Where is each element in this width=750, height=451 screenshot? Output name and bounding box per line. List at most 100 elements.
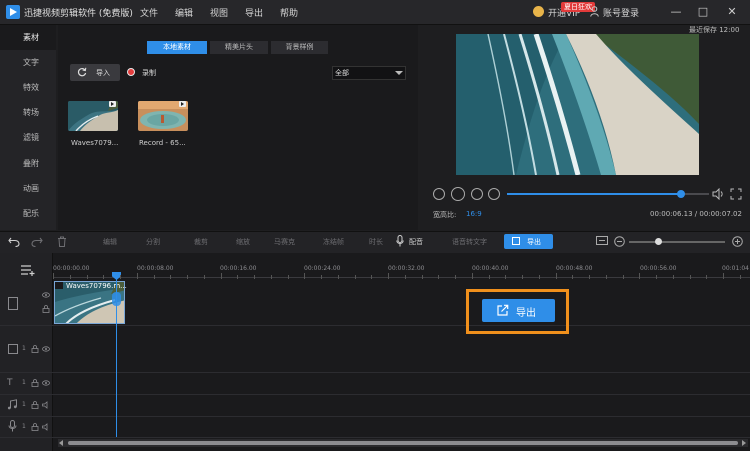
aspect-ratio-value[interactable]: 16:9 (466, 210, 482, 218)
nav-item-music[interactable]: 配乐 (0, 201, 56, 226)
scroll-left-arrow-icon[interactable] (59, 440, 63, 446)
ruler-tick (321, 275, 322, 279)
export-button-label: 导出 (516, 308, 536, 319)
tab-local-media[interactable]: 本地素材 (147, 41, 207, 54)
preview-progress-handle[interactable] (677, 190, 685, 198)
maximize-button[interactable]: □ (694, 3, 712, 21)
tool-duration[interactable]: 时长 (369, 237, 383, 247)
nav-item-text[interactable]: 文字 (0, 50, 56, 75)
tool-split[interactable]: 分割 (146, 237, 160, 247)
track-divider (0, 394, 750, 395)
play-button[interactable] (451, 187, 465, 201)
ruler-tick (86, 275, 88, 279)
nav-item-effects[interactable]: 特效 (0, 75, 56, 100)
ruler-tick (103, 275, 105, 279)
preview-progress-fill (507, 193, 681, 195)
ruler-tick (421, 275, 423, 279)
track-divider (0, 416, 750, 417)
next-frame-button[interactable] (488, 188, 500, 200)
ruler-tick (639, 273, 641, 279)
zoom-in-icon[interactable] (732, 236, 743, 247)
playhead-grip[interactable] (112, 292, 121, 306)
eye-icon[interactable] (42, 379, 50, 387)
stop-button[interactable] (471, 188, 483, 200)
tool-edit[interactable]: 编辑 (103, 237, 117, 247)
track-divider (0, 372, 750, 373)
vip-diamond-icon[interactable] (533, 6, 544, 17)
fullscreen-icon[interactable] (730, 188, 742, 200)
scroll-right-arrow-icon[interactable] (742, 440, 746, 446)
timeline-scrollbar-thumb[interactable] (68, 441, 738, 445)
ruler-tick (522, 275, 523, 279)
undo-icon[interactable] (8, 236, 20, 247)
lock-icon[interactable] (31, 401, 39, 409)
import-icon (77, 67, 87, 77)
tab-intros[interactable]: 精美片头 (210, 41, 268, 54)
tool-speech-to-text[interactable]: 语音转文字 (452, 237, 487, 247)
ruler-tick (471, 273, 473, 279)
tool-crop[interactable]: 裁剪 (194, 237, 208, 247)
speaker-icon[interactable] (42, 401, 50, 409)
import-label: 导入 (96, 69, 110, 77)
app-title: 迅捷视频剪辑软件 (免费版) (24, 9, 133, 19)
add-track-icon[interactable] (20, 264, 36, 276)
ruler-tick (605, 275, 607, 279)
track-number: 1 (22, 379, 26, 386)
tool-zoom[interactable]: 缩放 (236, 237, 250, 247)
ruler-tick (689, 275, 691, 279)
ruler-tick (438, 275, 440, 279)
ruler-tick (220, 273, 222, 279)
voice-track-icon (8, 420, 17, 432)
zoom-out-icon[interactable] (614, 236, 625, 247)
nav-item-media[interactable]: 素材 (0, 25, 56, 50)
lock-icon[interactable] (42, 305, 50, 313)
zoom-slider-track[interactable] (629, 241, 725, 243)
nav-item-overlays[interactable]: 叠附 (0, 151, 56, 176)
tool-mosaic[interactable]: 马赛克 (274, 237, 295, 247)
lock-icon[interactable] (31, 345, 39, 353)
ruler-tick (656, 275, 657, 279)
tool-voiceover[interactable]: 配音 (409, 237, 423, 247)
close-button[interactable]: ✕ (723, 3, 741, 21)
tab-backgrounds[interactable]: 背景样例 (271, 41, 328, 54)
lock-icon[interactable] (31, 379, 39, 387)
ruler-tick (170, 275, 172, 279)
menu-edit[interactable]: 编辑 (175, 6, 193, 19)
menu-help[interactable]: 帮助 (280, 6, 298, 19)
record-button[interactable]: 录制 (142, 68, 156, 78)
screen-icon[interactable] (596, 236, 608, 247)
video-badge-icon (179, 101, 186, 107)
aspect-ratio-label: 宽高比: (433, 211, 457, 219)
nav-item-filters[interactable]: 滤镜 (0, 125, 56, 150)
account-login-link[interactable]: 账号登录 (603, 6, 639, 19)
timeline-ruler[interactable] (53, 260, 750, 278)
ruler-tick (270, 275, 272, 279)
speaker-icon[interactable] (42, 423, 50, 431)
eye-icon[interactable] (42, 291, 50, 299)
redo-icon[interactable] (31, 236, 43, 247)
video-badge-icon (109, 101, 116, 107)
menu-export[interactable]: 导出 (245, 6, 263, 19)
eye-icon[interactable] (42, 345, 50, 353)
lock-icon[interactable] (31, 423, 39, 431)
ruler-tick (739, 275, 741, 279)
zoom-slider-handle[interactable] (655, 238, 662, 245)
prev-frame-button[interactable] (433, 188, 445, 200)
media-filter-value: 全部 (335, 69, 349, 77)
delete-icon[interactable] (57, 236, 67, 247)
user-icon[interactable] (590, 6, 599, 17)
minimize-button[interactable]: — (667, 3, 685, 21)
ruler-tick (672, 275, 674, 279)
ruler-tick (53, 273, 54, 279)
ruler-tick (120, 275, 121, 279)
nav-item-animation[interactable]: 动画 (0, 176, 56, 201)
record-icon[interactable] (127, 68, 135, 76)
volume-icon[interactable] (712, 188, 724, 200)
menu-view[interactable]: 视图 (210, 6, 228, 19)
track-divider (0, 325, 750, 326)
app-logo-icon (6, 5, 20, 19)
tool-freeze-frame[interactable]: 冻结帧 (323, 237, 344, 247)
menu-file[interactable]: 文件 (140, 6, 158, 19)
ruler-tick (304, 273, 306, 279)
nav-item-transitions[interactable]: 转场 (0, 100, 56, 125)
